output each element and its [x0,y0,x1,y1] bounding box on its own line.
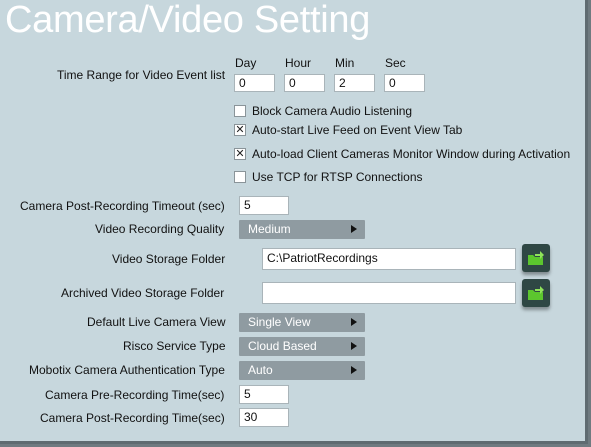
storage-folder-input[interactable]: C:\PatriotRecordings [262,248,516,270]
live-view-dropdown[interactable]: Single View [239,313,365,332]
block-audio-checkbox[interactable] [234,105,246,117]
sec-header: Sec [385,56,406,70]
live-view-label: Default Live Camera View [87,315,226,329]
storage-folder-label: Video Storage Folder [112,252,226,266]
page-title: Camera/Video Setting [5,0,371,41]
min-input[interactable]: 2 [334,74,375,92]
dropdown-arrow-icon [351,318,357,326]
auto-start-live-feed-checkbox[interactable]: ✕ [234,124,246,136]
hour-header: Hour [285,56,312,70]
day-header: Day [235,56,257,70]
block-audio-label: Block Camera Audio Listening [252,104,413,118]
archive-folder-label: Archived Video Storage Folder [61,286,225,300]
mobotix-auth-dropdown[interactable]: Auto [239,361,365,380]
dropdown-arrow-icon [351,342,357,350]
recording-quality-label: Video Recording Quality [95,222,225,236]
use-tcp-rtsp-label: Use TCP for RTSP Connections [252,170,423,184]
pre-rec-time-label: Camera Pre-Recording Time(sec) [45,388,225,402]
folder-open-icon [528,286,544,300]
post-rec-timeout-input[interactable]: 5 [239,196,289,215]
risco-type-dropdown[interactable]: Cloud Based [239,337,365,356]
risco-type-value: Cloud Based [248,339,317,353]
archive-folder-input[interactable] [262,282,516,304]
browse-storage-folder-button[interactable] [522,244,550,272]
auto-start-live-feed-label: Auto-start Live Feed on Event View Tab [252,123,463,137]
browse-archive-folder-button[interactable] [522,279,550,307]
min-header: Min [335,56,355,70]
folder-open-icon [528,251,544,265]
dropdown-arrow-icon [351,366,357,374]
live-view-value: Single View [248,315,311,329]
dropdown-arrow-icon [351,225,357,233]
hour-input[interactable]: 0 [284,74,325,92]
auto-load-monitor-label: Auto-load Client Cameras Monitor Window … [252,147,571,161]
settings-panel: Camera/Video Setting Time Range for Vide… [0,0,588,444]
post-rec-time-input[interactable]: 30 [239,408,289,427]
use-tcp-rtsp-checkbox[interactable] [234,171,246,183]
post-rec-timeout-label: Camera Post-Recording Timeout (sec) [20,199,225,213]
recording-quality-dropdown[interactable]: Medium [239,220,365,239]
mobotix-auth-label: Mobotix Camera Authentication Type [29,363,225,377]
mobotix-auth-value: Auto [248,363,273,377]
risco-type-label: Risco Service Type [123,339,226,353]
day-input[interactable]: 0 [234,74,275,92]
pre-rec-time-input[interactable]: 5 [239,385,289,404]
sec-input[interactable]: 0 [384,74,425,92]
time-range-label: Time Range for Video Event list [57,68,226,82]
post-rec-time-label: Camera Post-Recording Time(sec) [40,411,225,425]
auto-load-monitor-checkbox[interactable]: ✕ [234,148,246,160]
recording-quality-value: Medium [248,222,291,236]
